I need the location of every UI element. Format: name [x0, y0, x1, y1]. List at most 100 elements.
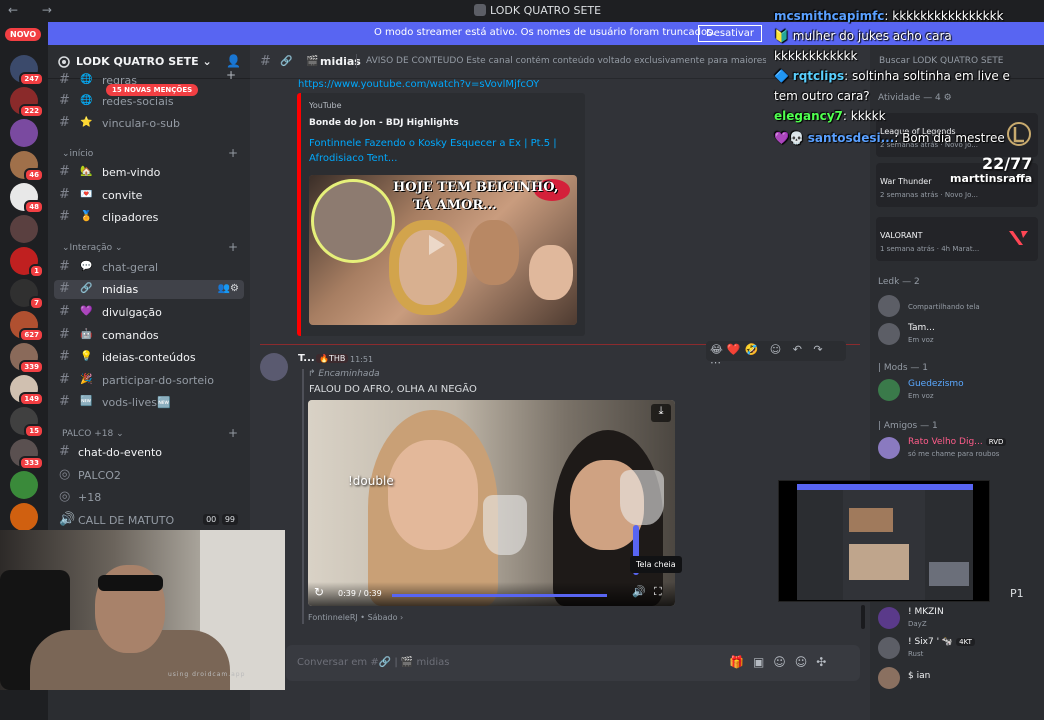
channel-emoji: 💡 [80, 351, 93, 362]
avatar[interactable] [260, 353, 288, 381]
channel-convite[interactable]: # 💌 convite [54, 186, 244, 205]
category-palco[interactable]: PALCO +18 ⌄ [62, 429, 124, 439]
video-progress[interactable] [392, 594, 607, 597]
stage-palco2[interactable]: ◎ PALCO2 [54, 466, 244, 485]
message-actions-bar[interactable]: 😂❤️🤣 ☺ ↶ ↷ ⋯ [706, 341, 846, 369]
channel-label: convite [102, 189, 143, 202]
server-icon[interactable]: 222 [10, 87, 44, 118]
member-name: Guedezismo [908, 379, 964, 389]
message-author[interactable]: T... [298, 353, 315, 364]
amigos-header: | Amigos — 1 [878, 421, 938, 431]
channel-bem-vindo[interactable]: # 🏡 bem-vindo [54, 163, 244, 182]
add-channel-icon[interactable]: + [228, 240, 238, 254]
replay-icon[interactable]: ↻ [314, 585, 324, 599]
channel-chat-geral[interactable]: # 💬 chat-geral [54, 258, 244, 277]
category-label: Interação [69, 243, 113, 253]
avatar [878, 637, 900, 659]
add-channel-icon[interactable]: + [228, 426, 238, 440]
member-status: Rust [908, 650, 924, 658]
download-icon[interactable]: ⤓ [651, 404, 671, 422]
server-badge: 7 [29, 296, 44, 310]
video-player[interactable]: ⤓ !double ↻ 0:39 / 0:39 🔊 ⛶ [308, 400, 675, 606]
avatar [878, 607, 900, 629]
channel-name: midias [320, 55, 361, 68]
channel-vods-lives[interactable]: # 🆕 vods-lives🆕 [54, 393, 244, 412]
channel-label: midias [102, 283, 139, 296]
channel-participar-do-sorteio[interactable]: # 🎉 participar-do-sorteio [54, 371, 244, 390]
voice-call-de-matuto[interactable]: 🔊 CALL DE MATUTO 00 99 [54, 511, 244, 530]
member-item[interactable]: Tam... Em voz [878, 319, 1038, 353]
server-icon[interactable] [10, 471, 38, 499]
caption-line: HOJE TEM BEICINHO, [393, 180, 559, 195]
server-icon[interactable]: 627 [10, 311, 44, 342]
activity-card[interactable]: VALORANT 1 semana atrás · 4h Marat... [876, 217, 1038, 261]
message-composer[interactable]: Conversar em #🔗 | 🎬 midias 🎁▣☺☺✣ [286, 645, 860, 681]
play-icon[interactable] [429, 235, 445, 255]
scrollbar[interactable] [861, 605, 865, 629]
channel-ideias-conteudos[interactable]: # 💡 ideias-conteúdos [54, 348, 244, 367]
thumbnail-person [529, 245, 573, 300]
channel-topic[interactable]: AVISO DE CONTEÚDO Este canal contém cont… [366, 56, 766, 66]
server-icon[interactable]: 15 [10, 407, 44, 438]
stage-18[interactable]: ◎ +18 [54, 488, 244, 507]
member-status: DayZ [908, 620, 927, 628]
server-icon[interactable] [10, 503, 38, 531]
server-icon[interactable]: 339 [10, 343, 44, 374]
video-source[interactable]: FontinneleRJ • Sábado › [308, 613, 403, 622]
channel-chat-do-evento[interactable]: # chat-do-evento [54, 443, 244, 462]
embed-title[interactable]: Fontinnele Fazendo o Kosky Esquecer a Ex… [309, 136, 577, 166]
category-inicio[interactable]: ⌄início [62, 149, 93, 159]
chat-message: kkkkkkkkkkkk [774, 46, 857, 66]
member-tag: 4KT [956, 638, 975, 646]
server-icon[interactable]: 46 [10, 151, 44, 182]
new-mentions-badge[interactable]: 15 NOVAS MENÇÕES [106, 84, 199, 96]
hash-icon: # [59, 444, 70, 459]
category-interacao[interactable]: ⌄Interação ⌄ [62, 243, 123, 253]
window-title: LODK QUATRO SETE [474, 4, 601, 17]
avatar [878, 379, 900, 401]
server-icon[interactable]: 247 [10, 55, 44, 86]
server-badge: 222 [19, 104, 44, 118]
server-icon[interactable]: 1 [10, 247, 44, 278]
member-item[interactable]: ! Six7 ' 🐄 4KT Rust [878, 633, 1038, 667]
disable-streamer-mode-button[interactable]: Desativar [698, 25, 763, 42]
volume-icon[interactable]: 🔊 [632, 585, 646, 598]
fullscreen-icon[interactable]: ⛶ [654, 585, 662, 599]
server-icon[interactable]: 48 [10, 183, 44, 214]
nav-arrows[interactable]: ← → [8, 3, 62, 17]
embed-author[interactable]: Bonde do Jon - BDJ Highlights [309, 118, 459, 128]
streamer-mode-message: O modo streamer está ativo. Os nomes de … [374, 27, 716, 38]
channel-vincular-o-sub[interactable]: # ⭐ vincular-o-sub [54, 114, 244, 133]
channel-midias[interactable]: # 🔗 midias 👥⚙ [54, 280, 244, 299]
composer-tools[interactable]: 🎁▣☺☺✣ [729, 655, 835, 669]
channel-divulgacao[interactable]: # 💜 divulgação [54, 303, 244, 322]
video-thumbnail[interactable]: HOJE TEM BEICINHO, TÁ AMOR... [309, 175, 577, 325]
add-channel-icon[interactable]: + [228, 146, 238, 160]
server-icon[interactable]: 333 [10, 439, 44, 470]
chat-text: soltinha soltinha em live e [851, 69, 1010, 83]
member-item[interactable]: ! MKZIN DayZ [878, 603, 1038, 637]
server-icon[interactable]: 7 [10, 279, 44, 310]
channel-clipadores[interactable]: # 🏅 clipadores [54, 208, 244, 227]
youtube-link[interactable]: https://www.youtube.com/watch?v=sVovlMjf… [298, 79, 539, 90]
member-item[interactable]: Guedezismo Em voz [878, 375, 1038, 409]
channel-emoji: 🏅 [80, 211, 93, 222]
member-name: $ ian [908, 671, 931, 681]
channel-comandos[interactable]: # 🤖 comandos [54, 326, 244, 345]
thumbnail-person [399, 230, 457, 305]
activity-name: VALORANT [880, 231, 923, 240]
new-badge[interactable]: NOVO [5, 28, 42, 41]
member-item[interactable]: Rato Velho Dig... RVD só me chame para rou… [878, 433, 1038, 467]
webcam-overlay: using droidcam.app [0, 530, 285, 690]
guild-tag[interactable]: 🔥THB [316, 354, 349, 363]
server-icon[interactable] [10, 215, 38, 243]
member-item[interactable]: $ ian [878, 663, 1038, 697]
server-icon[interactable]: 149 [10, 375, 44, 406]
activity-sub: 1 semana atrás · 4h Marat... [880, 245, 980, 253]
server-icon[interactable] [10, 119, 38, 147]
video-person [388, 440, 478, 550]
category-label: PALCO +18 [62, 429, 114, 439]
channel-settings-icon[interactable]: 👥⚙ [218, 283, 239, 294]
chat-user: santosdesi... [807, 131, 895, 145]
channel-label: chat-do-evento [78, 446, 162, 459]
